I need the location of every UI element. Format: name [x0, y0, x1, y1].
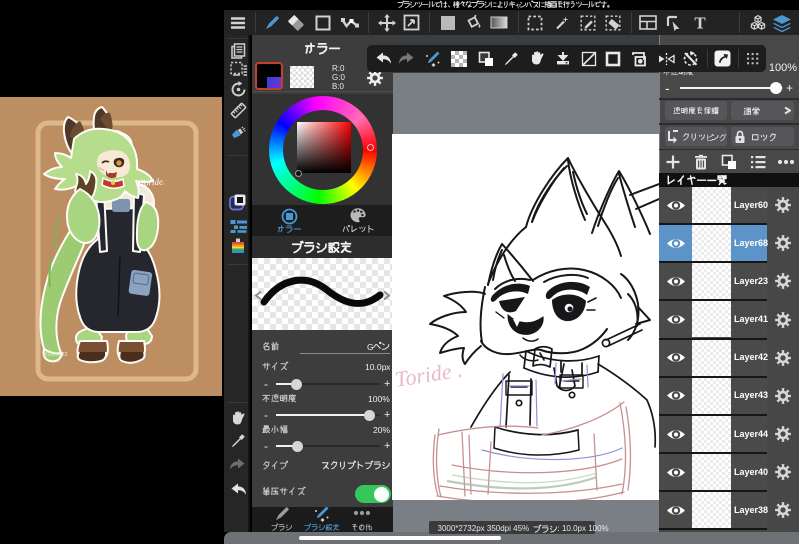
svg-text:G: G — [367, 342, 374, 352]
svg-text:Toride.: Toride. — [139, 176, 165, 188]
svg-text:%: % — [382, 394, 390, 404]
svg-text:グ: グ — [719, 132, 727, 142]
svg-text:x: x — [386, 362, 391, 372]
svg-text:Toride .: Toride . — [393, 357, 464, 392]
svg-text:%: % — [382, 425, 390, 435]
svg-text:T: T — [694, 15, 706, 31]
svg-text:2022.6.22: 2022.6.22 — [43, 352, 67, 358]
